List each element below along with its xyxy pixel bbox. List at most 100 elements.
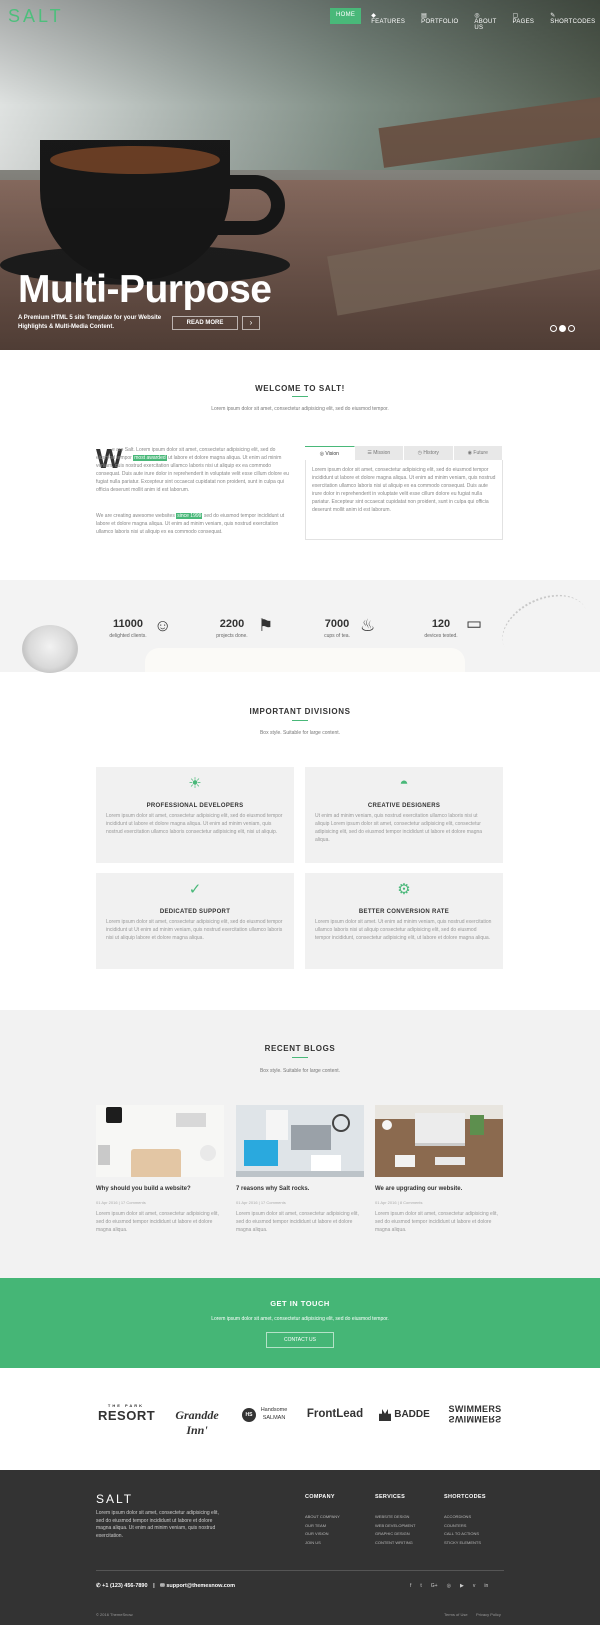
card-dedicated-support: ✓ DEDICATED SUPPORT Lorem ipsum dolor si… bbox=[96, 873, 294, 969]
youtube-icon[interactable]: ▶ bbox=[460, 1583, 464, 1589]
footer-link[interactable]: ABOUT COMPANY bbox=[305, 1513, 340, 1522]
mountain-icon: ◓ bbox=[399, 775, 409, 792]
contact-us-button[interactable]: CONTACT US bbox=[266, 1332, 334, 1348]
stat-devices: 120 devices tested. bbox=[424, 618, 458, 639]
card-professional-developers: ☀ PROFESSIONAL DEVELOPERS Lorem ipsum do… bbox=[96, 767, 294, 863]
next-arrow-button[interactable]: › bbox=[242, 316, 260, 330]
facebook-icon[interactable]: f bbox=[410, 1583, 411, 1589]
blogs-title: RECENT BLOGS bbox=[264, 1044, 336, 1053]
footer-link[interactable]: OUR VISION bbox=[305, 1530, 340, 1539]
main-nav: Home ◆ Features ▤ Portfolio ◎ About us ▢… bbox=[330, 8, 600, 31]
footer-about: Lorem ipsum dolor sit amet, consectetur … bbox=[96, 1510, 219, 1539]
divisions-title: IMPORTANT DIVISIONS bbox=[249, 707, 351, 716]
nav-home[interactable]: Home bbox=[330, 8, 362, 24]
footer-col-services: WEBSITE DESIGN WEB DEVELOPMENT GRAPHIC D… bbox=[375, 1513, 415, 1547]
bulb-icon: ☀ bbox=[188, 775, 202, 792]
nav-portfolio[interactable]: ▤ Portfolio bbox=[415, 8, 464, 25]
footer-col-shortcodes-title: SHORTCODES bbox=[444, 1494, 486, 1500]
title-divider bbox=[292, 1057, 308, 1058]
nav-shortcodes[interactable]: ✎ Shortcodes bbox=[544, 8, 600, 25]
blog-excerpt-2: Lorem ipsum dolor sit amet, consectetur … bbox=[236, 1211, 359, 1233]
blog-title-3[interactable]: We are upgrading our website. bbox=[375, 1186, 462, 1192]
title-divider bbox=[292, 396, 308, 397]
terms-link[interactable]: Terms of Use bbox=[444, 1612, 468, 1617]
client-badge-hs: HS bbox=[242, 1408, 256, 1422]
stat-tea: 7000 cups of tea. bbox=[324, 618, 350, 639]
blog-excerpt-3: Lorem ipsum dolor sit amet, consectetur … bbox=[375, 1211, 498, 1233]
welcome-subtitle: Lorem ipsum dolor sit amet, consectetur … bbox=[211, 406, 389, 412]
about-tabs: ◎ Vision ☰ Mission ◷ History ◉ Future bbox=[305, 446, 503, 460]
get-in-touch-section bbox=[0, 1278, 600, 1368]
read-more-button[interactable]: READ MORE bbox=[172, 316, 238, 330]
google-plus-icon[interactable]: G+ bbox=[431, 1583, 438, 1589]
tab-mission[interactable]: ☰ Mission bbox=[354, 446, 404, 460]
footer-link[interactable]: WEB DEVELOPMENT bbox=[375, 1522, 415, 1531]
card-creative-designers: ◓ CREATIVE DESIGNERS Ut enim ad minim ve… bbox=[305, 767, 503, 863]
tab-content: Lorem ipsum dolor sit amet, consectetur … bbox=[305, 460, 503, 540]
slider-dot-1[interactable] bbox=[550, 325, 557, 332]
blogs-subtitle: Box style. Suitable for large content. bbox=[259, 1068, 341, 1074]
footer-link[interactable]: JOIN US bbox=[305, 1539, 340, 1548]
footer-link[interactable]: COUNTERS bbox=[444, 1522, 481, 1531]
blog-title-2[interactable]: 7 reasons why Salt rocks. bbox=[236, 1186, 309, 1192]
divisions-subtitle: Box style. Suitable for large content. bbox=[259, 730, 341, 736]
client-logo-badde: BADDE bbox=[394, 1409, 430, 1420]
touch-title: GET IN TOUCH bbox=[270, 1299, 330, 1308]
flag-icon: ⚑ bbox=[258, 616, 274, 635]
flame-icon: ♨ bbox=[360, 616, 376, 635]
footer-phone[interactable]: +1 (123) 456-7890 bbox=[102, 1583, 147, 1589]
client-logo-handsome-salman: Handsome SALMAN bbox=[260, 1407, 288, 1421]
footer-link[interactable]: WEBSITE DESIGN bbox=[375, 1513, 415, 1522]
tab-future[interactable]: ◉ Future bbox=[453, 446, 503, 460]
phone-icon: ✆ bbox=[96, 1583, 101, 1589]
footer-link[interactable]: GRAPHIC DESIGN bbox=[375, 1530, 415, 1539]
nav-about-us[interactable]: ◎ About us bbox=[468, 8, 502, 31]
site-logo[interactable]: SALT bbox=[8, 6, 64, 27]
blog-title-1[interactable]: Why should you build a website? bbox=[96, 1186, 191, 1192]
twitter-icon[interactable]: t bbox=[420, 1583, 421, 1589]
welcome-paragraph-1: e are Salt. Lorem ipsum dolor sit amet, … bbox=[96, 447, 289, 493]
hero-title: Multi-Purpose bbox=[18, 268, 272, 311]
privacy-link[interactable]: Privacy Policy bbox=[476, 1612, 501, 1617]
linkedin-icon[interactable]: in bbox=[484, 1583, 488, 1589]
mail-icon: ✉ bbox=[160, 1583, 165, 1589]
copyright: © 2016 ThemeSnow. bbox=[96, 1612, 134, 1617]
smile-icon: ☺ bbox=[154, 616, 172, 635]
castle-icon bbox=[379, 1409, 391, 1421]
welcome-title: WELCOME TO SALT! bbox=[255, 384, 345, 393]
slider-dot-2[interactable] bbox=[559, 325, 566, 332]
footer-link[interactable]: ACCORDIONS bbox=[444, 1513, 481, 1522]
tab-vision[interactable]: ◎ Vision bbox=[305, 446, 355, 460]
touch-subtitle: Lorem ipsum dolor sit amet, consectetur … bbox=[211, 1316, 389, 1322]
welcome-paragraph-2: We are creating awesome websites since 1… bbox=[96, 513, 285, 535]
nav-features[interactable]: ◆ Features bbox=[365, 8, 411, 25]
client-logo-resort: THE PARK RESORT bbox=[98, 1403, 156, 1423]
footer-col-shortcodes: ACCORDIONS COUNTERS CALL TO ACTIONS STIC… bbox=[444, 1513, 481, 1547]
check-circle-icon: ✓ bbox=[188, 881, 202, 898]
slider-dot-3[interactable] bbox=[568, 325, 575, 332]
client-logo-grandde-inn: Grandde Inn' bbox=[175, 1408, 219, 1437]
blog-image-3[interactable] bbox=[375, 1105, 503, 1177]
stat-projects: 2200 projects done. bbox=[216, 618, 248, 639]
instagram-icon[interactable]: ◎ bbox=[447, 1583, 451, 1589]
tab-history[interactable]: ◷ History bbox=[404, 446, 454, 460]
footer-contact: ✆ +1 (123) 456-7890 | ✉ support@themesno… bbox=[96, 1583, 236, 1589]
footer-col-company-title: COMPANY bbox=[305, 1494, 335, 1500]
card-better-conversion: ⚙ BETTER CONVERSION RATE Lorem ipsum dol… bbox=[305, 873, 503, 969]
footer-email[interactable]: support@themesnow.com bbox=[166, 1583, 235, 1589]
blog-image-1[interactable] bbox=[96, 1105, 224, 1177]
nav-pages[interactable]: ▢ Pages bbox=[506, 8, 540, 25]
footer-logo[interactable]: SALT bbox=[96, 1492, 133, 1506]
vimeo-icon[interactable]: v bbox=[473, 1583, 476, 1589]
footer-link[interactable]: OUR TEAM bbox=[305, 1522, 340, 1531]
footer-link[interactable]: CONTENT WRITING bbox=[375, 1539, 415, 1548]
footer-col-services-title: SERVICES bbox=[375, 1494, 406, 1500]
social-links: f t G+ ◎ ▶ v in bbox=[410, 1583, 488, 1589]
blog-meta-3: 01 Apr 2016 | 8 Comments bbox=[375, 1200, 423, 1205]
gauge-icon: ⚙ bbox=[397, 881, 411, 898]
footer-col-company: ABOUT COMPANY OUR TEAM OUR VISION JOIN U… bbox=[305, 1513, 340, 1547]
client-logo-swimmers: SWIMMERS SWIMMERS bbox=[448, 1404, 502, 1424]
footer-link[interactable]: STICKY ELEMENTS bbox=[444, 1539, 481, 1548]
footer-link[interactable]: CALL TO ACTIONS bbox=[444, 1530, 481, 1539]
blog-image-2[interactable] bbox=[236, 1105, 364, 1177]
